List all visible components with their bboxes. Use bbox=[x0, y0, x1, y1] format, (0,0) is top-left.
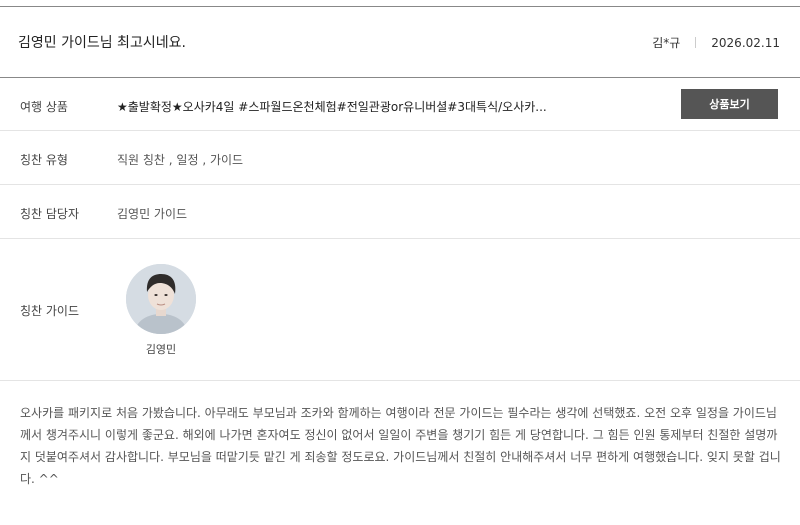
praise-type-value: 직원 칭찬 , 일정 , 가이드 bbox=[117, 153, 244, 167]
praise-type-label: 칭찬 유형 bbox=[20, 153, 68, 167]
praise-manager-value: 김영민 가이드 bbox=[117, 207, 188, 221]
product-label: 여행 상품 bbox=[20, 100, 68, 114]
guide-portrait-icon bbox=[126, 264, 196, 334]
praise-guide-label: 칭찬 가이드 bbox=[20, 304, 80, 318]
review-title: 김영민 가이드님 최고시네요. bbox=[18, 35, 186, 51]
review-header: 김영민 가이드님 최고시네요. 김*규 2026.02.11 bbox=[0, 7, 800, 77]
row-divider bbox=[0, 130, 800, 131]
row-divider bbox=[0, 238, 800, 239]
view-product-button[interactable]: 상품보기 bbox=[681, 89, 778, 119]
review-date: 2026.02.11 bbox=[711, 35, 780, 50]
meta-separator bbox=[695, 37, 697, 48]
row-divider bbox=[0, 184, 800, 185]
guide-avatar bbox=[126, 264, 196, 334]
header-divider bbox=[0, 77, 800, 78]
row-divider bbox=[0, 380, 800, 381]
praise-manager-label: 칭찬 담당자 bbox=[20, 207, 80, 221]
review-meta: 김*규 2026.02.11 bbox=[652, 34, 780, 51]
guide-name: 김영민 bbox=[145, 343, 177, 356]
product-value[interactable]: ★출발확정★오사카4일 #스파월드온천체험#전일관광or유니버셜#3대특식/오사… bbox=[117, 98, 547, 115]
review-content: 오사카를 패키지로 처음 가봤습니다. 아무래도 부모님과 조카와 함께하는 여… bbox=[20, 406, 781, 486]
review-author: 김*규 bbox=[652, 36, 681, 50]
